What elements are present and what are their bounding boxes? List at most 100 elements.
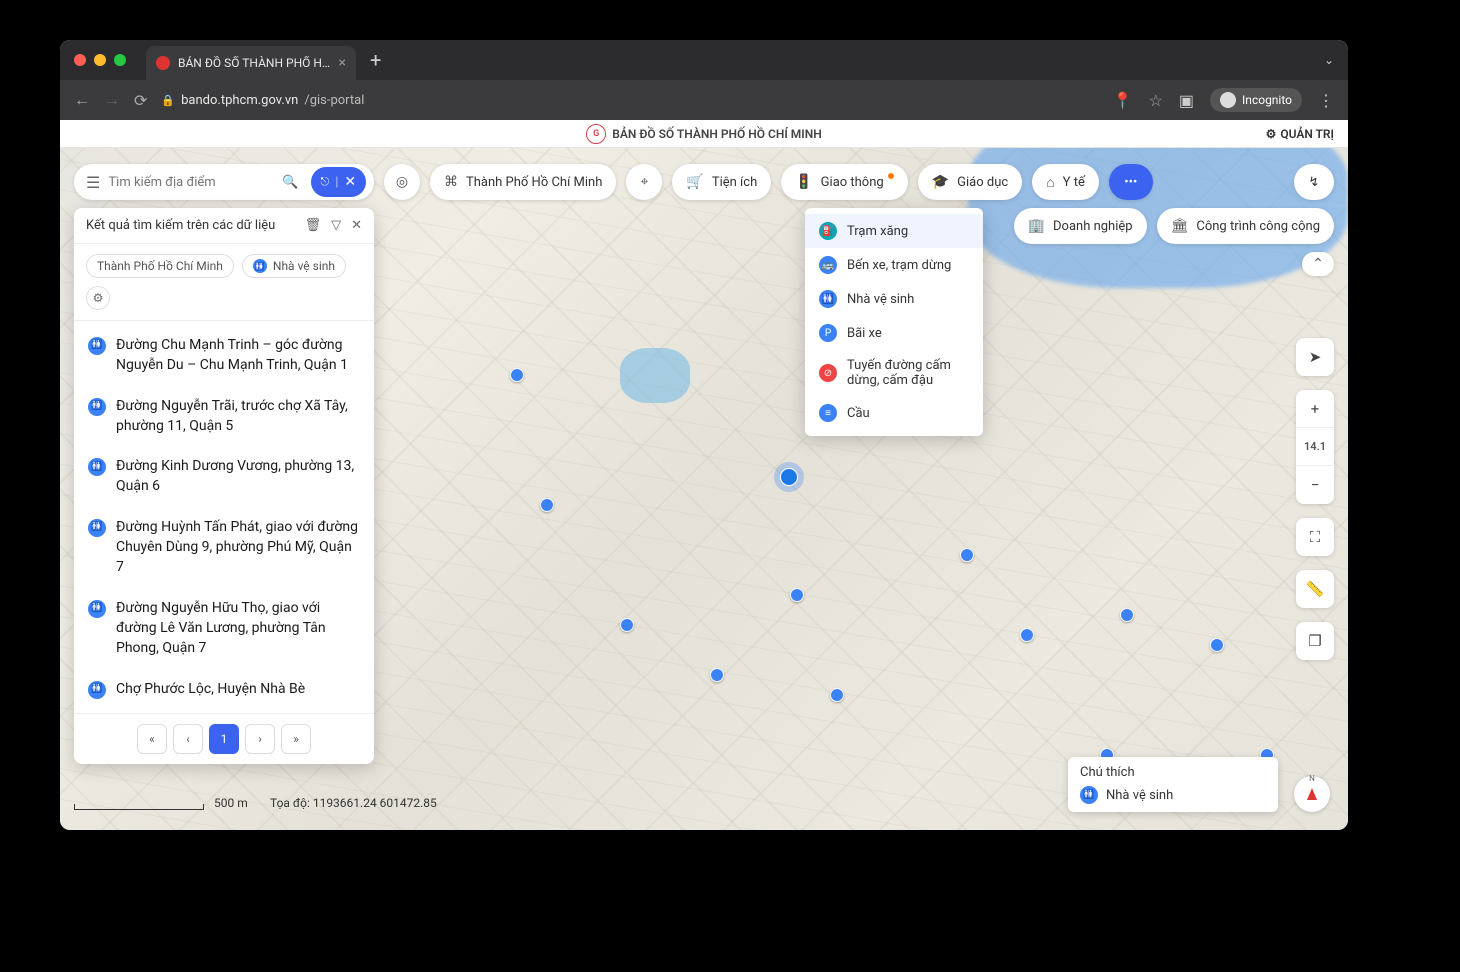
- dropdown-item[interactable]: ⊘ Tuyến đường cấm dừng, cấm đậu: [805, 350, 983, 396]
- compass-button[interactable]: [1294, 776, 1330, 812]
- locate-region-button[interactable]: ⌖: [626, 164, 662, 200]
- page-last[interactable]: »: [281, 724, 311, 754]
- site-header: G BẢN ĐỒ SỐ THÀNH PHỐ HỒ CHÍ MINH ⚙ QUẢN…: [60, 120, 1348, 148]
- directions-button[interactable]: ↯: [1294, 164, 1334, 200]
- result-item[interactable]: 🚻Đường Kinh Dương Vương, phường 13, Quận…: [74, 446, 374, 507]
- url-display[interactable]: 🔒 bando.tphcm.gov.vn/gis-portal: [161, 93, 364, 108]
- coordinates-display: Tọa độ: 1193661.24 601472.85: [270, 796, 437, 810]
- site-title: BẢN ĐỒ SỐ THÀNH PHỐ HỒ CHÍ MINH: [612, 127, 822, 141]
- nav-reload-icon[interactable]: ⟳: [134, 91, 147, 110]
- incognito-badge[interactable]: Incognito: [1210, 88, 1302, 112]
- locate-me-button[interactable]: ➤: [1296, 338, 1334, 376]
- region-chip[interactable]: Thành Phố Hồ Chí Minh: [86, 254, 234, 278]
- dropdown-item[interactable]: 🚌 Bến xe, trạm dừng: [805, 248, 983, 282]
- admin-link[interactable]: ⚙ QUẢN TRỊ: [1266, 127, 1334, 141]
- org-icon: ⌘: [444, 174, 458, 190]
- trash-icon[interactable]: 🗑: [305, 218, 322, 233]
- category-health[interactable]: ⌂ Y tế: [1032, 164, 1099, 200]
- map-marker[interactable]: [790, 588, 804, 602]
- map-marker[interactable]: [1020, 628, 1034, 642]
- clear-filter-icon[interactable]: ✕: [344, 174, 356, 190]
- incognito-icon: [1220, 92, 1236, 108]
- fullscreen-button[interactable]: ⛶: [1296, 518, 1334, 556]
- dropdown-item[interactable]: 🚻 Nhà vệ sinh: [805, 282, 983, 316]
- site-logo: G: [586, 124, 606, 144]
- close-panel-icon[interactable]: ✕: [351, 218, 362, 233]
- map-marker[interactable]: [960, 548, 974, 562]
- house-icon: ⌂: [1046, 174, 1054, 191]
- result-item-label: Đường Kinh Dương Vương, phường 13, Quận …: [116, 456, 360, 497]
- map-marker[interactable]: [620, 618, 634, 632]
- location-pin-icon[interactable]: 📍: [1113, 91, 1133, 110]
- more-categories-button[interactable]: •••: [1109, 164, 1153, 200]
- browser-tab[interactable]: BẢN ĐỒ SỐ THÀNH PHỐ HỒ C ×: [146, 46, 356, 80]
- gas-station-icon: ⛽: [819, 222, 837, 240]
- cart-icon: 🛒: [686, 174, 703, 190]
- map-marker[interactable]: [1210, 638, 1224, 652]
- map-canvas[interactable]: ☰ 🔍 ⎋ | ✕ ◎ ⌘ Thành Phố Hồ Chí Minh ⌖ 🛒 …: [60, 148, 1348, 830]
- map-marker[interactable]: [540, 498, 554, 512]
- window-close[interactable]: [74, 54, 86, 66]
- nav-forward-icon[interactable]: →: [104, 90, 120, 110]
- new-tab-button[interactable]: +: [370, 48, 381, 72]
- layer-chip[interactable]: 🚻Nhà vệ sinh: [242, 254, 346, 278]
- results-settings-button[interactable]: ⚙: [86, 286, 110, 310]
- bookmark-star-icon[interactable]: ☆: [1149, 91, 1163, 110]
- active-filter-chip[interactable]: ⎋ | ✕: [311, 167, 367, 197]
- collapse-categories-button[interactable]: ⌃: [1302, 252, 1334, 276]
- scale-bar: 500 m: [74, 796, 248, 810]
- category-traffic[interactable]: 🚦 Giao thông: [781, 164, 907, 200]
- category-utilities[interactable]: 🛒 Tiện ích: [672, 164, 771, 200]
- zoom-out-button[interactable]: −: [1296, 466, 1334, 504]
- nav-back-icon[interactable]: ←: [74, 90, 90, 110]
- menu-icon[interactable]: ☰: [86, 173, 100, 192]
- zoom-in-button[interactable]: +: [1296, 390, 1334, 428]
- map-marker[interactable]: [1120, 608, 1134, 622]
- lock-icon: 🔒: [161, 94, 175, 107]
- result-item[interactable]: 🚻Chợ Phước Lộc, Huyện Nhà Bè: [74, 669, 374, 709]
- window-max[interactable]: [114, 54, 126, 66]
- page-first[interactable]: «: [137, 724, 167, 754]
- result-item[interactable]: 🚻Đường Nguyễn Trãi, trước chợ Xã Tây, ph…: [74, 386, 374, 447]
- map-marker[interactable]: [830, 688, 844, 702]
- result-item[interactable]: 🚻 Đường Nguyễn Hữu Thọ, giao với đường Lê…: [74, 588, 374, 669]
- basemap-button[interactable]: ❐: [1296, 622, 1334, 660]
- search-input[interactable]: [108, 175, 274, 190]
- gear-icon: ⚙: [1266, 127, 1277, 141]
- category-public-works[interactable]: 🏛 Công trình công cộng: [1157, 208, 1334, 244]
- notification-dot: [888, 173, 894, 179]
- parking-icon: P: [819, 324, 837, 342]
- map-marker[interactable]: [510, 368, 524, 382]
- current-location-marker[interactable]: [780, 468, 798, 486]
- browser-menu-icon[interactable]: ⋮: [1318, 91, 1334, 110]
- tabs-menu-icon[interactable]: ⌄: [1324, 53, 1334, 67]
- category-business[interactable]: 🏢 Doanh nghiệp: [1014, 208, 1147, 244]
- search-icon[interactable]: 🔍: [282, 175, 298, 190]
- filter-off-icon[interactable]: ▽: [331, 218, 341, 233]
- page-next[interactable]: ›: [245, 724, 275, 754]
- bus-icon: 🚌: [819, 256, 837, 274]
- result-item-label: Đường Nguyễn Hữu Thọ, giao với đường Lê …: [116, 598, 360, 659]
- result-item[interactable]: 🚻Đường Huỳnh Tấn Phát, giao với đường Ch…: [74, 507, 374, 588]
- building-icon: 🏢: [1028, 218, 1045, 234]
- measure-button[interactable]: 📏: [1296, 570, 1334, 608]
- bridge-icon: ≡: [819, 404, 837, 422]
- region-selector[interactable]: ⌘ Thành Phố Hồ Chí Minh: [430, 164, 616, 200]
- layers-button[interactable]: ◎: [384, 164, 420, 200]
- result-item[interactable]: 🚻Đường Chu Mạnh Trinh – góc đường Nguyễn…: [74, 325, 374, 386]
- dropdown-item[interactable]: P Bãi xe: [805, 316, 983, 350]
- window-min[interactable]: [94, 54, 106, 66]
- category-education[interactable]: 🎓 Giáo dục: [918, 164, 1022, 200]
- map-marker[interactable]: [710, 668, 724, 682]
- dropdown-item[interactable]: ≡ Cầu: [805, 396, 983, 430]
- panel-icon[interactable]: ▣: [1179, 91, 1194, 110]
- search-container: ☰ 🔍 ⎋ | ✕: [74, 164, 374, 200]
- legend-title: Chú thích: [1080, 765, 1266, 780]
- route-icon: ↯: [1309, 175, 1320, 190]
- page-current[interactable]: 1: [209, 724, 239, 754]
- restroom-icon: 🚻: [88, 600, 106, 618]
- tab-favicon: [156, 56, 170, 70]
- dropdown-item[interactable]: ⛽ Trạm xăng: [805, 214, 983, 248]
- tab-close-icon[interactable]: ×: [339, 55, 346, 71]
- page-prev[interactable]: ‹: [173, 724, 203, 754]
